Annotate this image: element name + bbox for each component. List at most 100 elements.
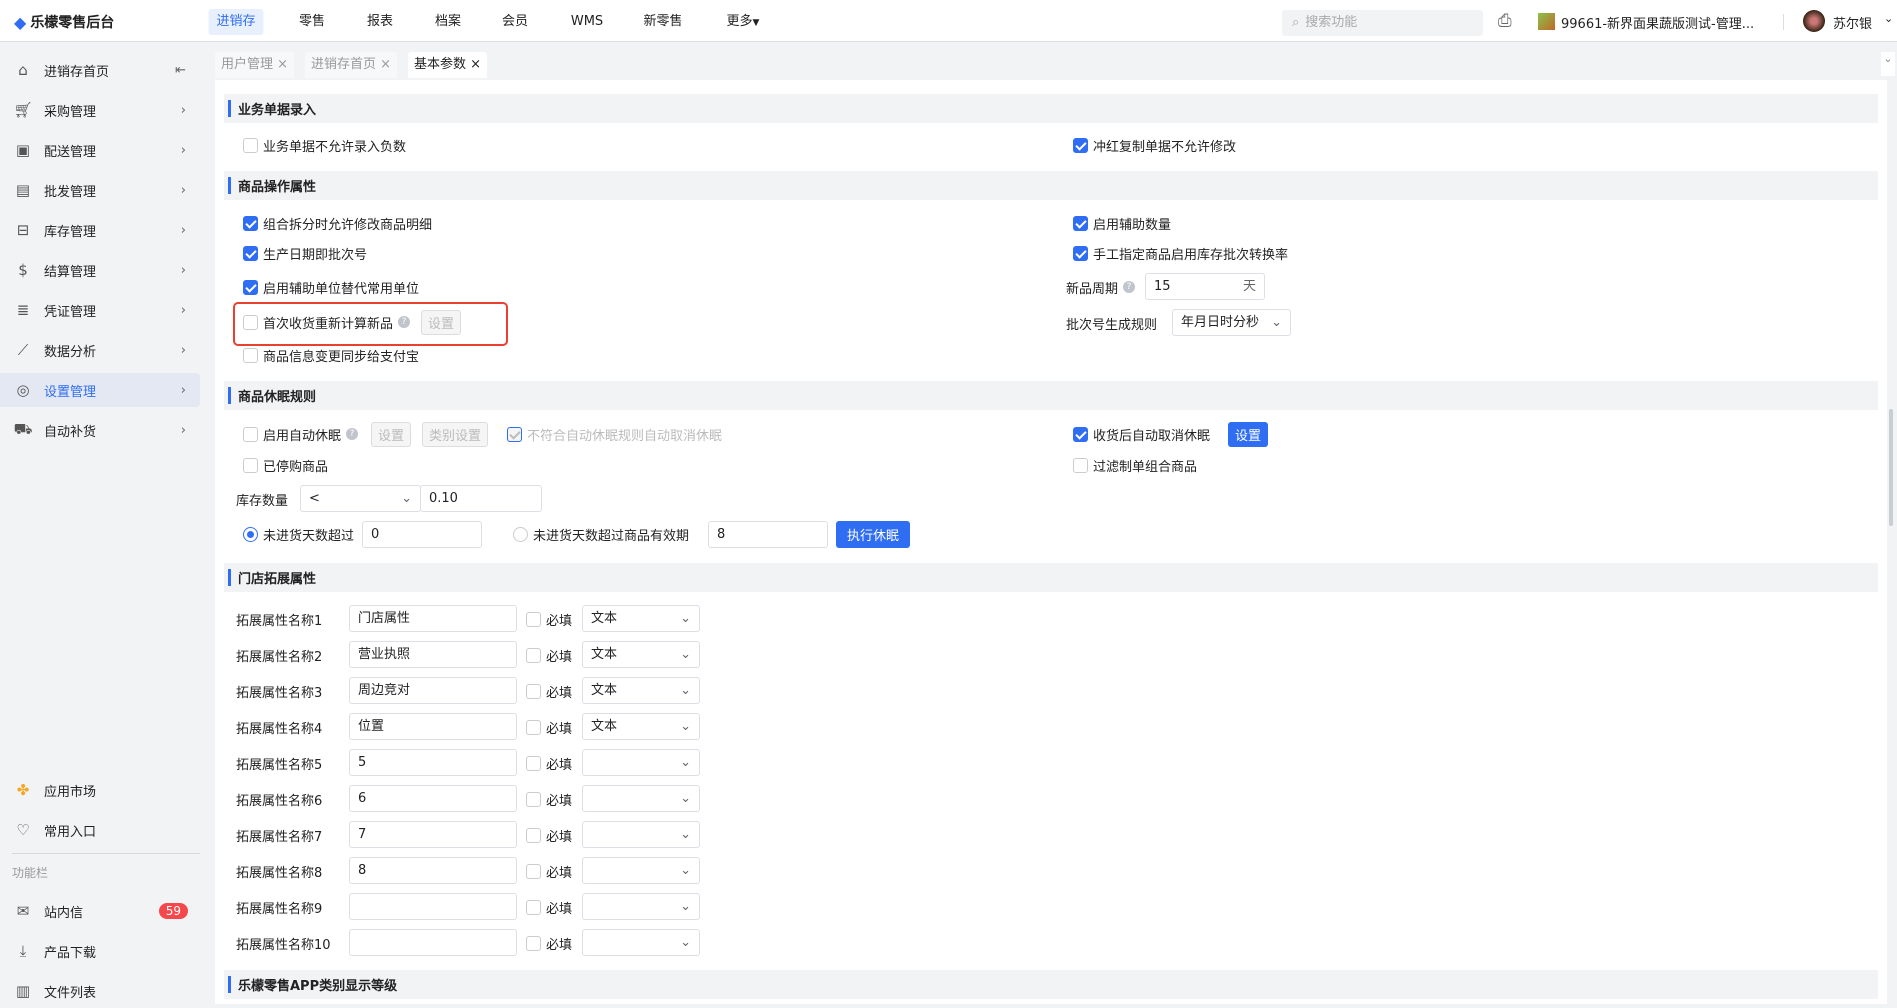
- sidebar-item-messages[interactable]: ✉ 站内信 59: [0, 894, 200, 928]
- ext-attr-type-select[interactable]: ⌄: [582, 785, 700, 812]
- chevron-right-icon[interactable]: ›: [181, 423, 186, 438]
- option-red-copy-no-edit[interactable]: 冲红复制单据不允许修改: [1073, 134, 1236, 156]
- ext-attr-name-input[interactable]: 周边竞对: [349, 677, 517, 704]
- new-period-input[interactable]: 15 天: [1145, 273, 1265, 300]
- sidebar-item[interactable]: ⛟ 自动补货 ›: [0, 413, 200, 447]
- checkbox[interactable]: [1073, 215, 1088, 231]
- checkbox[interactable]: [526, 863, 541, 879]
- required-checkbox[interactable]: 必填: [526, 824, 572, 846]
- nav-reports[interactable]: 报表: [359, 9, 401, 35]
- checkbox[interactable]: [1073, 245, 1088, 261]
- ext-attr-type-select[interactable]: ⌄: [582, 749, 700, 776]
- ext-attr-name-input[interactable]: 5: [349, 749, 517, 776]
- checkbox[interactable]: [526, 827, 541, 843]
- required-checkbox[interactable]: 必填: [526, 716, 572, 738]
- checkbox[interactable]: [526, 791, 541, 807]
- tabs-dropdown-icon[interactable]: ⌄: [1881, 52, 1895, 76]
- checkbox[interactable]: [1073, 457, 1088, 473]
- ext-attr-type-select[interactable]: 文本 ⌄: [582, 641, 700, 668]
- option-filter-combo[interactable]: 过滤制单组合商品: [1073, 454, 1197, 476]
- search-input[interactable]: ⌕ 搜索功能: [1282, 10, 1483, 36]
- ext-attr-name-input[interactable]: 8: [349, 857, 517, 884]
- option-sync-alipay[interactable]: 商品信息变更同步给支付宝: [243, 344, 419, 366]
- checkbox[interactable]: [243, 215, 258, 231]
- sidebar-item[interactable]: ⌂ 进销存首页 ⇤: [0, 53, 200, 87]
- sidebar-item[interactable]: ⟋ 数据分析 ›: [0, 333, 200, 367]
- checkbox[interactable]: [243, 347, 258, 363]
- sidebar-item[interactable]: ≣ 凭证管理 ›: [0, 293, 200, 327]
- checkbox[interactable]: [526, 755, 541, 771]
- avatar[interactable]: [1803, 10, 1825, 32]
- sidebar-item[interactable]: ▤ 批发管理 ›: [0, 173, 200, 207]
- radio-days-no-purchase[interactable]: 未进货天数超过: [243, 523, 354, 545]
- close-icon[interactable]: ×: [470, 57, 481, 72]
- checkbox[interactable]: [526, 935, 541, 951]
- shelf-life-days-input[interactable]: 8: [708, 521, 828, 548]
- required-checkbox[interactable]: 必填: [526, 752, 572, 774]
- required-checkbox[interactable]: 必填: [526, 680, 572, 702]
- option-receipt-cancel-sleep[interactable]: 收货后自动取消休眠: [1073, 423, 1210, 445]
- option-combo-split-edit[interactable]: 组合拆分时允许修改商品明细: [243, 212, 432, 234]
- tab-jxc-home[interactable]: 进销存首页 ×: [305, 52, 398, 78]
- sleep-settings-button[interactable]: 设置: [371, 422, 412, 447]
- required-checkbox[interactable]: 必填: [526, 860, 572, 882]
- option-aux-unit-replace[interactable]: 启用辅助单位替代常用单位: [243, 276, 419, 298]
- chevron-right-icon[interactable]: ›: [181, 343, 186, 358]
- nav-retail[interactable]: 零售: [291, 9, 333, 35]
- option-aux-quantity[interactable]: 启用辅助数量: [1073, 212, 1171, 234]
- chevron-right-icon[interactable]: ›: [181, 383, 186, 398]
- ext-attr-name-input[interactable]: 6: [349, 785, 517, 812]
- sidebar-item-download[interactable]: ⤓ 产品下载: [0, 934, 200, 968]
- execute-sleep-button[interactable]: 执行休眠: [836, 521, 911, 548]
- ext-attr-name-input[interactable]: 门店属性: [349, 605, 517, 632]
- checkbox[interactable]: [243, 137, 258, 153]
- option-production-date-batch[interactable]: 生产日期即批次号: [243, 242, 367, 264]
- chevron-right-icon[interactable]: ›: [181, 223, 186, 238]
- ext-attr-type-select[interactable]: 文本 ⌄: [582, 605, 700, 632]
- checkbox[interactable]: [526, 611, 541, 627]
- checkbox[interactable]: [243, 279, 258, 295]
- ext-attr-type-select[interactable]: 文本 ⌄: [582, 713, 700, 740]
- sidebar-item[interactable]: ▣ 配送管理 ›: [0, 133, 200, 167]
- nav-archive[interactable]: 档案: [427, 9, 469, 35]
- ext-attr-name-input[interactable]: 营业执照: [349, 641, 517, 668]
- chevron-right-icon[interactable]: ›: [181, 303, 186, 318]
- sidebar-item-files[interactable]: ▥ 文件列表: [0, 974, 200, 1008]
- nav-more[interactable]: 更多▼: [719, 9, 768, 35]
- chevron-down-icon[interactable]: ⌄: [1884, 12, 1893, 25]
- batch-rule-select[interactable]: 年月日时分秒 ⌄: [1172, 309, 1291, 336]
- help-icon[interactable]: ?: [398, 316, 411, 328]
- option-first-receipt-new-product[interactable]: 首次收货重新计算新品? 设置: [243, 309, 462, 335]
- option-no-negative[interactable]: 业务单据不允许录入负数: [243, 134, 406, 156]
- radio[interactable]: [243, 526, 258, 542]
- receipt-settings-button[interactable]: 设置: [1228, 422, 1269, 447]
- stock-value-input[interactable]: 0.10: [420, 485, 542, 512]
- help-icon[interactable]: ?: [346, 428, 359, 440]
- option-stopped-products[interactable]: 已停购商品: [243, 454, 328, 476]
- chevron-right-icon[interactable]: ›: [181, 103, 186, 118]
- option-manual-batch-rate[interactable]: 手工指定商品启用库存批次转换率: [1073, 242, 1288, 264]
- checkbox[interactable]: [243, 245, 258, 261]
- checkbox[interactable]: [1073, 137, 1088, 153]
- required-checkbox[interactable]: 必填: [526, 932, 572, 954]
- sidebar-item[interactable]: 🛒︎ 采购管理 ›: [0, 93, 200, 127]
- app-logo[interactable]: ◆ 乐檬零售后台: [14, 12, 114, 32]
- nav-new-retail[interactable]: 新零售: [635, 9, 690, 35]
- ext-attr-name-input[interactable]: [349, 893, 517, 920]
- checkbox[interactable]: [526, 899, 541, 915]
- collapse-icon[interactable]: ⇤: [175, 63, 186, 78]
- user-name[interactable]: 苏尔银: [1833, 13, 1872, 32]
- close-icon[interactable]: ×: [380, 57, 391, 72]
- nav-jxc[interactable]: 进销存: [208, 9, 264, 35]
- printer-icon[interactable]: ⎙: [1498, 11, 1512, 31]
- ext-attr-type-select[interactable]: ⌄: [582, 893, 700, 920]
- ext-attr-name-input[interactable]: [349, 929, 517, 956]
- checkbox[interactable]: [526, 647, 541, 663]
- checkbox[interactable]: [243, 314, 258, 330]
- days-no-purchase-input[interactable]: 0: [362, 521, 482, 548]
- sidebar-item[interactable]: $ 结算管理 ›: [0, 253, 200, 287]
- required-checkbox[interactable]: 必填: [526, 608, 572, 630]
- sidebar-item-app-market[interactable]: ✤ 应用市场: [0, 773, 200, 807]
- required-checkbox[interactable]: 必填: [526, 788, 572, 810]
- checkbox[interactable]: [1073, 426, 1088, 442]
